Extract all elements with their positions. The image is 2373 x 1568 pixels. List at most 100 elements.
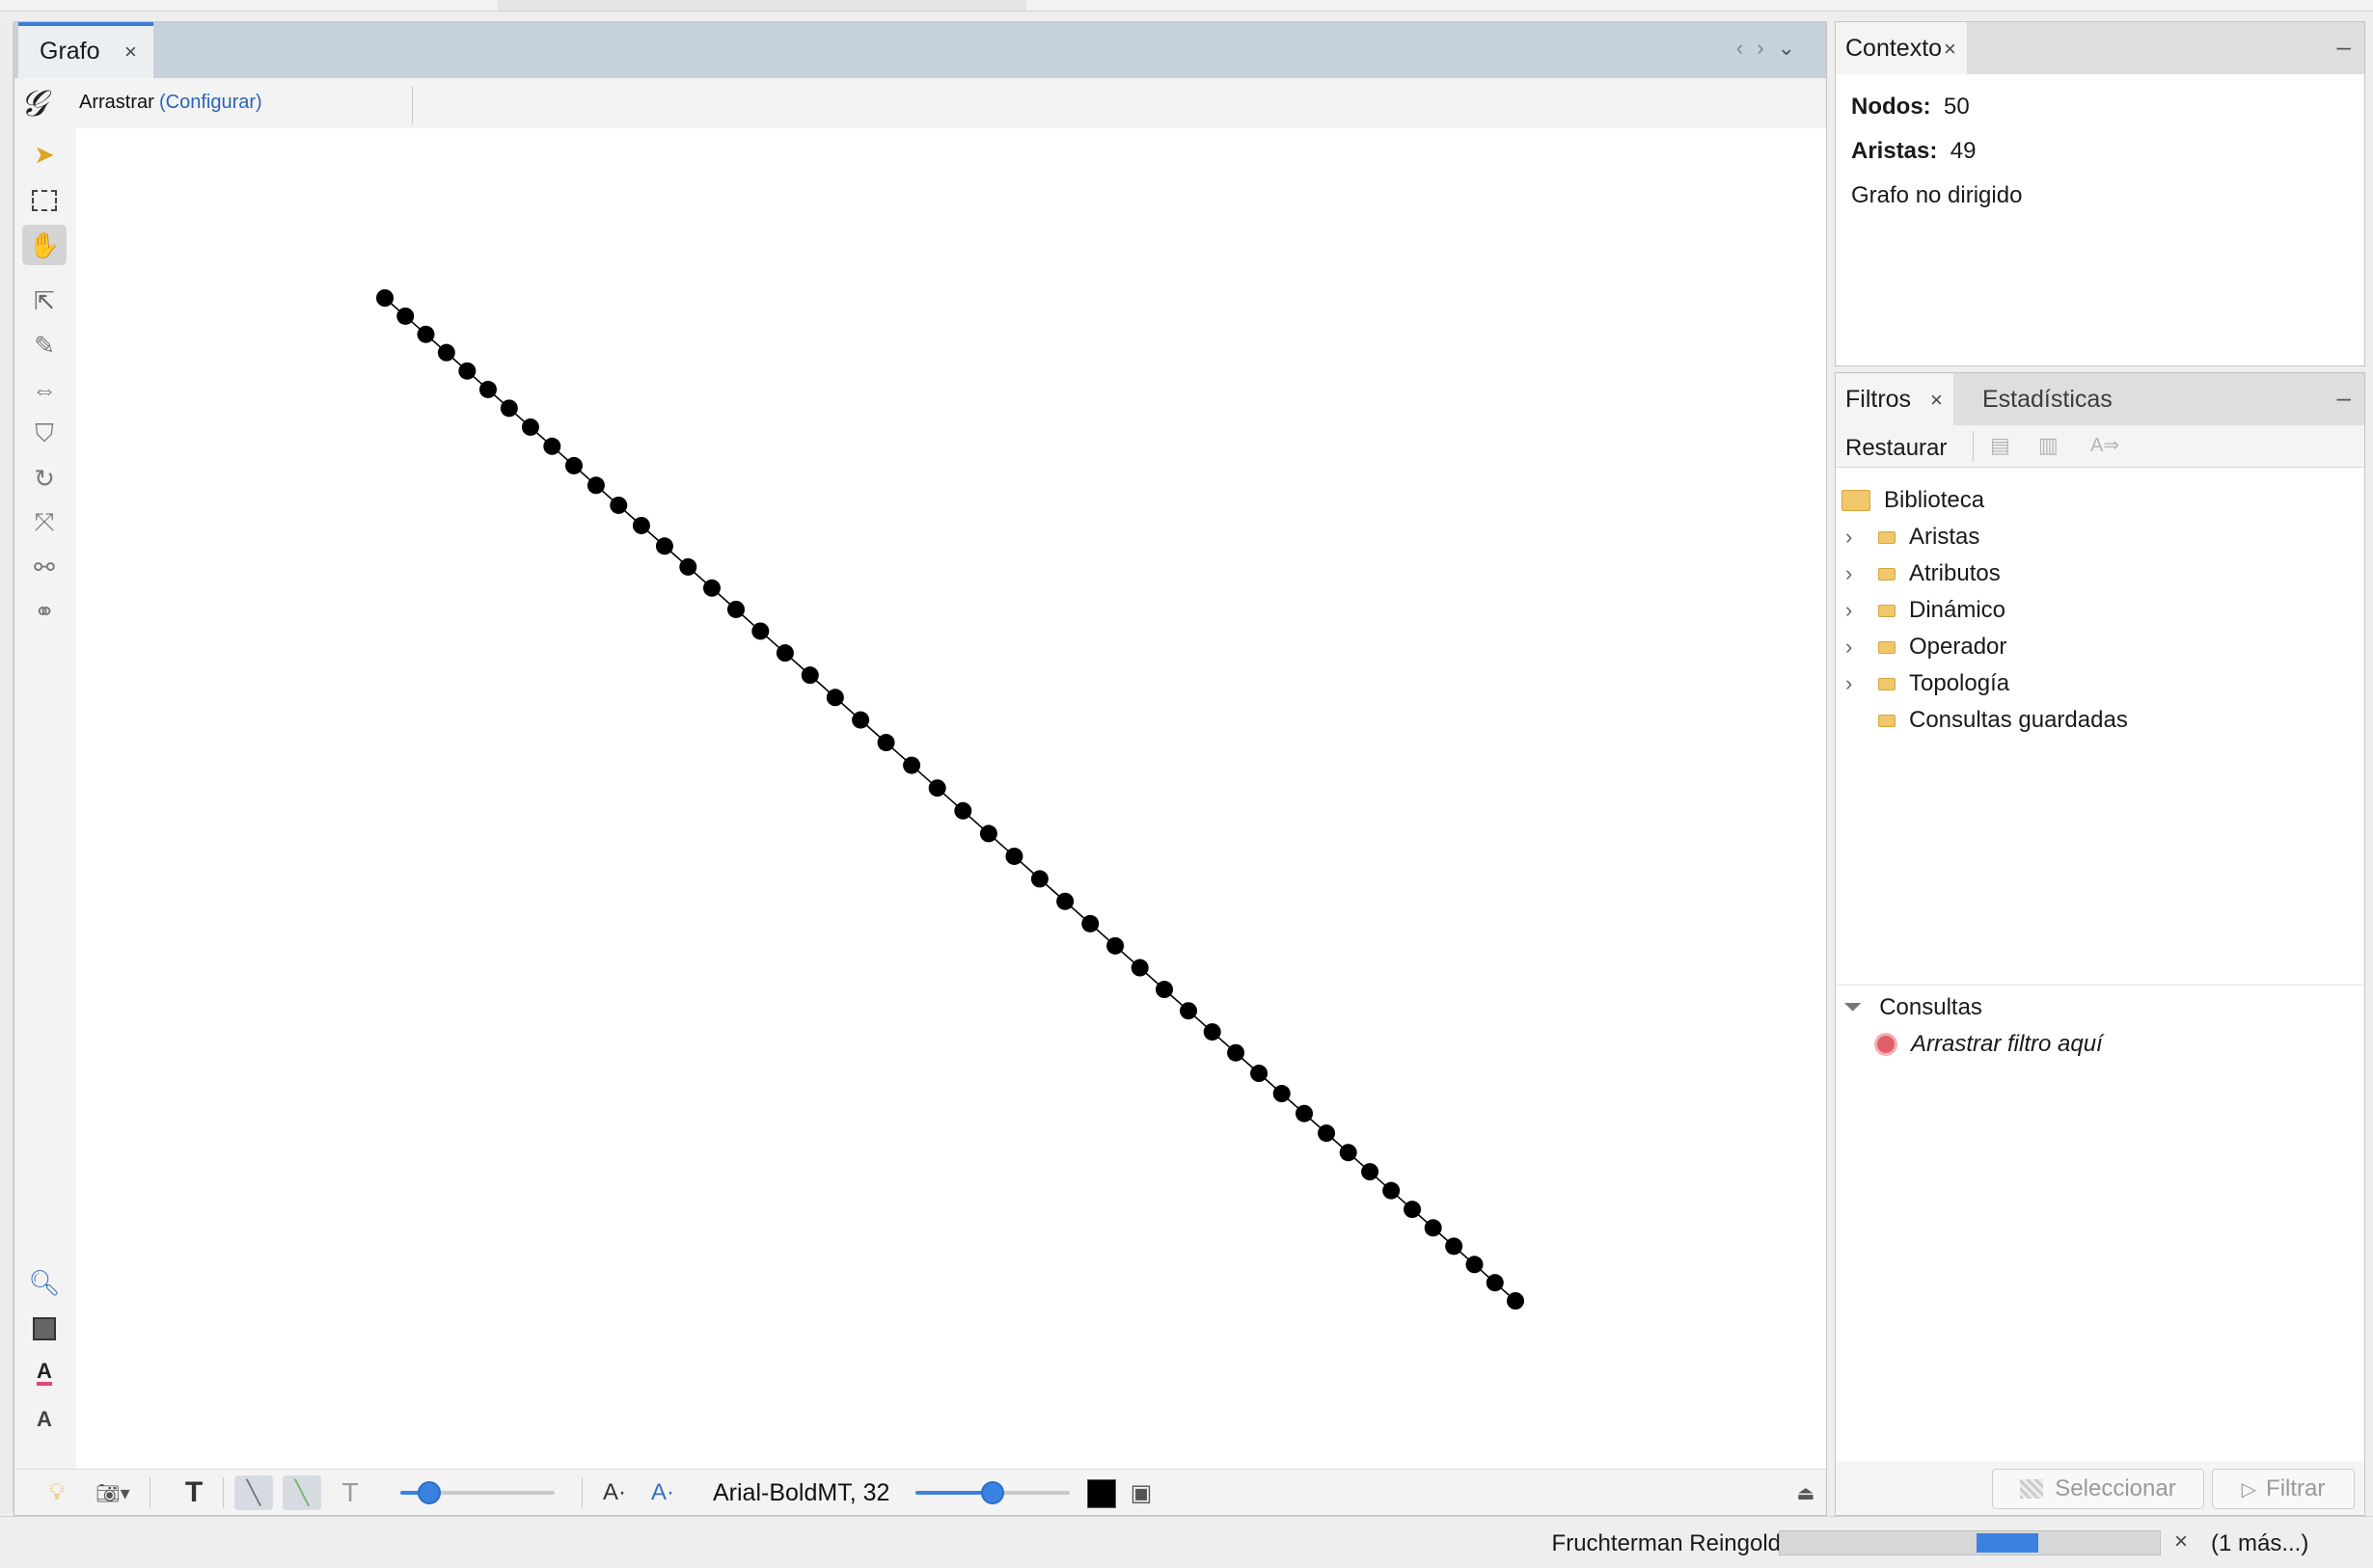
graph-node[interactable] — [679, 557, 697, 576]
graph-node[interactable] — [1131, 959, 1149, 977]
edge-labels-icon[interactable]: T — [333, 1475, 368, 1510]
lightbulb-icon[interactable]: 💡︎ — [40, 1475, 74, 1510]
graph-node[interactable] — [1404, 1201, 1422, 1219]
node-pencil-icon[interactable]: ⚭ — [22, 591, 67, 632]
chevron-right-icon[interactable]: › — [1757, 36, 1777, 60]
drag-hand-icon[interactable]: ✋ — [22, 225, 67, 265]
graph-node[interactable] — [1106, 936, 1125, 955]
tab-filters[interactable]: Filtros × — [1836, 373, 1953, 425]
graph-node[interactable] — [928, 779, 946, 798]
graph-node[interactable] — [702, 579, 721, 597]
graph-node[interactable] — [564, 456, 583, 474]
zoom-icon[interactable]: 🔍︎ — [22, 1262, 67, 1303]
graph-node[interactable] — [1486, 1274, 1504, 1292]
graph-node[interactable] — [1056, 892, 1075, 910]
graph-node[interactable] — [417, 325, 435, 343]
cancel-task-icon[interactable]: × — [2174, 1528, 2188, 1555]
graph-node[interactable] — [751, 622, 770, 640]
tab-statistics[interactable]: Estadísticas — [1982, 386, 2113, 414]
drop-filter-target[interactable]: Arrastrar filtro aquí — [1874, 1027, 2103, 1062]
label-size-slider-knob[interactable] — [981, 1481, 1004, 1504]
chevron-right-icon[interactable]: › — [1845, 598, 1867, 623]
graph-node[interactable] — [1382, 1181, 1401, 1200]
label-size-slider[interactable] — [915, 1481, 1070, 1504]
restore-button[interactable]: Restaurar — [1845, 435, 1947, 462]
close-icon[interactable]: × — [1944, 37, 1956, 62]
graph-node[interactable] — [632, 516, 650, 534]
graph-node[interactable] — [1081, 914, 1100, 933]
tree-item-operator[interactable]: › Operador — [1845, 630, 2006, 664]
tree-item-edges[interactable]: › Aristas — [1845, 520, 1979, 554]
graph-node[interactable] — [1030, 870, 1049, 888]
save-icon[interactable]: ▥ — [2038, 433, 2059, 458]
minimize-icon[interactable]: – — [2337, 383, 2351, 413]
graph-node[interactable] — [1318, 1124, 1336, 1143]
graph-node[interactable] — [903, 756, 921, 774]
label-color-swatch[interactable] — [1087, 1479, 1116, 1508]
graph-node[interactable] — [1507, 1292, 1524, 1310]
export-icon[interactable]: ▤ — [1990, 433, 2010, 458]
edge-color-icon[interactable]: ╲ — [283, 1475, 321, 1510]
graph-node[interactable] — [1180, 1002, 1198, 1020]
graph-node[interactable] — [610, 496, 628, 514]
minimize-icon[interactable]: – — [2337, 32, 2351, 62]
chevron-right-icon[interactable]: › — [1845, 671, 1867, 696]
close-icon[interactable]: × — [1930, 388, 1943, 413]
graph-node[interactable] — [877, 734, 895, 752]
graph-node[interactable] — [543, 437, 561, 455]
graph-node[interactable] — [1339, 1144, 1357, 1162]
graph-node[interactable] — [1272, 1085, 1291, 1103]
graph-node[interactable] — [979, 825, 997, 843]
edge-pencil-icon[interactable]: ⚯ — [22, 547, 67, 587]
tree-item-saved-queries[interactable]: Consultas guardadas — [1867, 703, 2128, 738]
rename-icon[interactable]: A⇒ — [2090, 433, 2119, 457]
chevron-left-icon[interactable]: ‹ — [1736, 36, 1757, 60]
graph-node[interactable] — [458, 362, 477, 380]
filter-button[interactable]: ▷ Filtrar — [2212, 1469, 2355, 1509]
graph-node[interactable] — [826, 689, 844, 707]
label-font-icon[interactable]: A — [22, 1399, 67, 1440]
rectangle-select-icon[interactable] — [22, 180, 67, 221]
heat-map-icon[interactable]: ↻ — [22, 458, 67, 499]
graph-node[interactable] — [1250, 1065, 1268, 1083]
graph-node[interactable] — [1424, 1219, 1442, 1237]
brush-icon[interactable]: ⛉ — [22, 414, 67, 454]
tab-context[interactable]: Contexto × — [1836, 22, 1967, 74]
chevron-right-icon[interactable]: › — [1845, 525, 1867, 550]
background-color-icon[interactable] — [22, 1309, 67, 1349]
graph-node[interactable] — [586, 476, 605, 495]
graph-node[interactable] — [500, 399, 518, 418]
graph-node[interactable] — [1156, 981, 1174, 999]
more-tasks-link[interactable]: (1 más...) — [2211, 1530, 2308, 1557]
graph-node[interactable] — [396, 307, 415, 325]
label-font-setting[interactable]: Arial-BoldMT, 32 — [713, 1479, 889, 1507]
select-button[interactable]: Seleccionar — [1992, 1469, 2204, 1509]
graph-node[interactable] — [1296, 1104, 1314, 1122]
edge-weight-slider[interactable] — [400, 1481, 555, 1504]
graph-node[interactable] — [1005, 847, 1023, 865]
graph-node[interactable] — [801, 666, 819, 685]
font-size-up-icon[interactable]: A· — [645, 1475, 680, 1510]
graph-node[interactable] — [1227, 1043, 1245, 1062]
graph-node[interactable] — [726, 600, 745, 618]
graph-node[interactable] — [1445, 1237, 1463, 1256]
graph-node[interactable] — [1203, 1023, 1221, 1041]
label-attributes-icon[interactable]: ▣ — [1124, 1475, 1159, 1510]
graph-node[interactable] — [478, 380, 497, 398]
graph-node[interactable] — [655, 537, 673, 555]
graph-node[interactable] — [852, 711, 870, 729]
label-color-icon[interactable]: A — [22, 1353, 67, 1393]
graph-node[interactable] — [376, 289, 394, 307]
graph-node[interactable] — [521, 418, 539, 436]
eject-icon[interactable]: ⏏ — [1793, 1475, 1818, 1510]
edge-weight-slider-knob[interactable] — [418, 1481, 441, 1504]
graph-node[interactable] — [954, 801, 972, 820]
font-size-down-icon[interactable]: A· — [597, 1475, 632, 1510]
tab-graph[interactable]: Grafo × — [18, 22, 153, 78]
shortest-path-icon[interactable]: ⤧ — [22, 502, 67, 543]
close-icon[interactable]: × — [124, 40, 137, 65]
show-labels-icon[interactable]: T — [177, 1475, 211, 1510]
direct-select-icon[interactable]: ⇱ — [22, 281, 67, 321]
tree-item-dynamic[interactable]: › Dinámico — [1845, 593, 2005, 628]
graph-node[interactable] — [1465, 1256, 1484, 1274]
